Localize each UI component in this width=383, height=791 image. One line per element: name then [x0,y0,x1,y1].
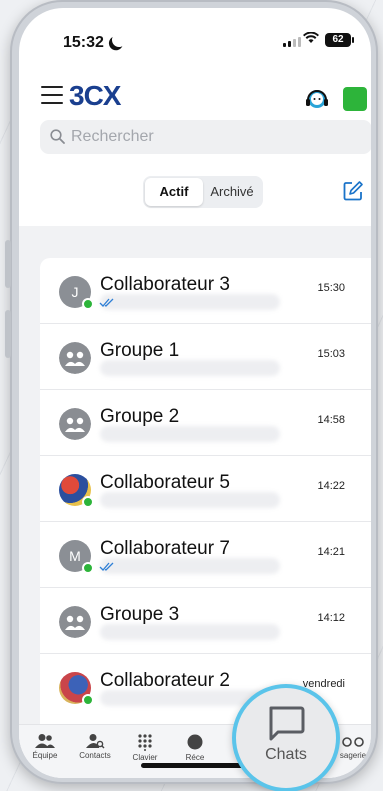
chat-row[interactable]: Groupe 3 14:12 [40,588,371,654]
chat-time: 14:58 [317,414,345,426]
tab-messages-label: sagerie [339,751,367,760]
tab-archived[interactable]: Archivé [203,178,261,206]
chat-row[interactable]: Groupe 2 14:58 [40,390,371,456]
presence-dot [82,298,94,310]
chat-time: 14:22 [317,480,345,492]
chat-time: 15:30 [317,282,345,294]
volume-down-button [5,310,11,358]
tab-active[interactable]: Actif [145,178,203,206]
headset-icon[interactable] [303,86,331,112]
read-receipt-icon [99,298,114,307]
chat-time: 15:03 [317,348,345,360]
chat-row[interactable]: M Collaborateur 7 14:21 [40,522,371,588]
search-input[interactable] [71,120,361,154]
status-bar: 15:32 62 [19,8,371,58]
chat-list: J Collaborateur 3 15:30 Groupe 1 15:03 G… [40,258,371,728]
group-avatar-icon [59,342,91,374]
message-preview-blurred [100,426,280,442]
tab-team-label: Équipe [32,751,58,760]
search-bar[interactable] [40,120,371,154]
chat-name: Collaborateur 5 [100,472,230,493]
chat-name: Collaborateur 3 [100,274,230,295]
tab-keypad-label: Clavier [132,753,158,762]
user-status-indicator[interactable] [343,87,367,111]
battery-icon: 62 [325,33,354,47]
message-preview-blurred [100,558,280,574]
recents-icon [187,734,203,750]
voicemail-icon [342,737,364,747]
chat-name: Collaborateur 2 [100,670,230,691]
contacts-icon [86,734,105,749]
menu-icon[interactable] [41,86,63,104]
app-logo: 3CX [69,80,121,111]
chat-bubble-icon [269,706,305,741]
compose-icon[interactable] [342,180,364,202]
tab-recents-label: Réce [185,753,205,762]
chat-name: Groupe 1 [100,340,180,361]
chat-name: Groupe 3 [100,604,180,625]
focus-moon-icon [110,31,128,49]
chat-filter-segment: Actif Archivé [143,176,263,208]
message-preview-blurred [100,360,280,376]
group-avatar-icon [59,606,91,638]
tab-contacts-label: Contacts [79,751,111,760]
tab-recents[interactable]: Réce [165,733,225,762]
status-time: 15:32 [63,34,104,51]
wifi-icon [303,32,319,43]
message-preview-blurred [100,294,280,310]
message-preview-blurred [100,624,280,640]
read-receipt-icon [99,562,114,571]
group-avatar-icon [59,408,91,440]
chat-time: vendredi [302,678,345,690]
search-icon [50,129,65,144]
presence-dot [82,562,94,574]
presence-dot [82,694,94,706]
app-screen: 15:32 62 3CX A [19,8,371,778]
chat-row[interactable]: Collaborateur 5 14:22 [40,456,371,522]
chat-row[interactable]: J Collaborateur 3 15:30 [40,258,371,324]
chats-tab-label: Chats [265,746,307,763]
chat-name: Collaborateur 7 [100,538,230,559]
app-header: 3CX [19,70,371,120]
keypad-icon [138,734,152,751]
team-icon [35,734,55,748]
chats-tab-highlight[interactable]: Chats [232,684,340,791]
message-preview-blurred [100,492,280,508]
volume-up-button [5,240,11,288]
chat-time: 14:12 [317,612,345,624]
chat-name: Groupe 2 [100,406,180,427]
chat-time: 14:21 [317,546,345,558]
presence-dot [82,496,94,508]
chat-row[interactable]: Groupe 1 15:03 [40,324,371,390]
cellular-signal-icon [283,37,301,47]
